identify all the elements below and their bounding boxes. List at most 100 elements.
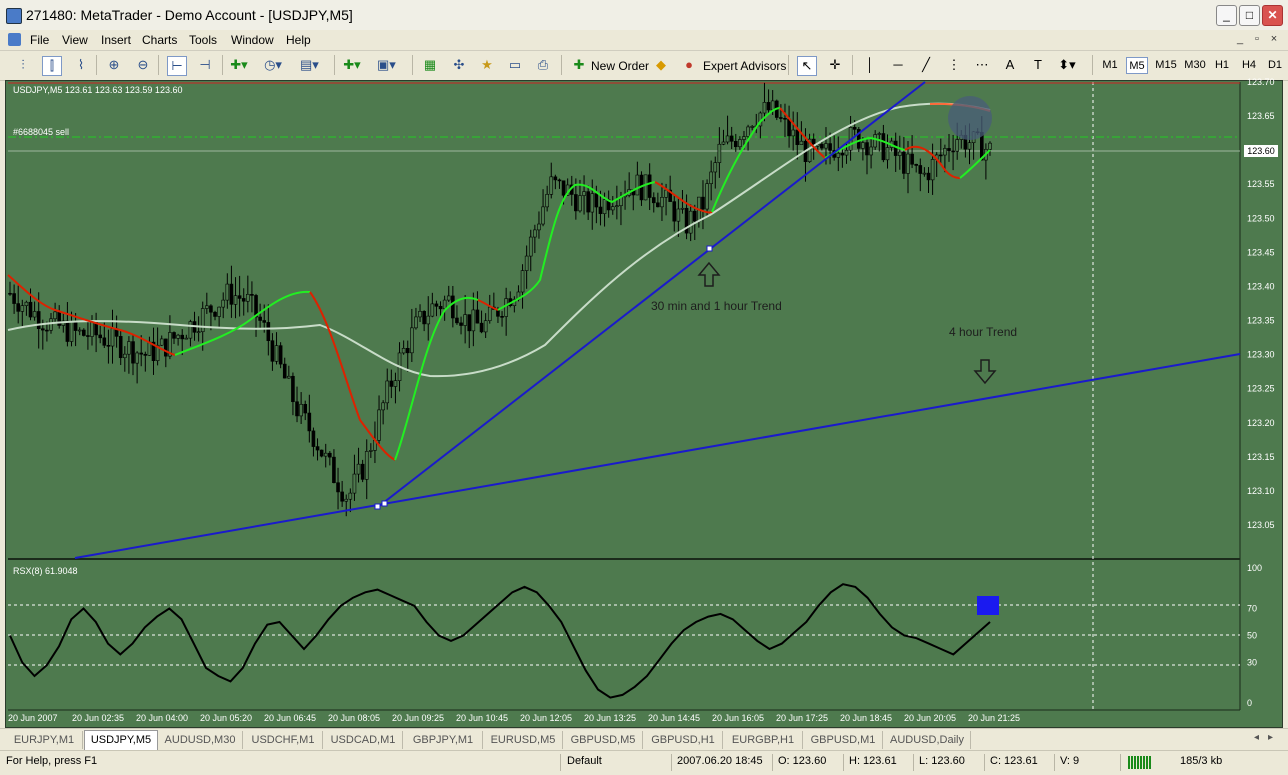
timeframe-m30[interactable]: M30: [1182, 57, 1208, 74]
autoscroll-icon[interactable]: ⊣: [196, 56, 214, 74]
help-text: For Help, press F1: [6, 755, 98, 767]
mdi-restore-button[interactable]: ▫: [1249, 32, 1265, 47]
timeframe-m15[interactable]: M15: [1153, 57, 1179, 74]
status-separator: [984, 754, 985, 771]
profile-name: Default: [567, 755, 602, 767]
menu-help[interactable]: Help: [286, 33, 311, 47]
status-separator: [671, 754, 672, 771]
toolbar-separator: [561, 55, 562, 75]
chart-shift-icon[interactable]: ⊢: [167, 56, 187, 76]
warning-icon[interactable]: ◆: [652, 56, 670, 74]
status-separator: [560, 754, 561, 771]
toolbar: ⫶ ⫿ ⌇ ⊕ ⊖ ⊢ ⊣ ✚▾ ◷▾ ▤▾ ✚▾ ▣▾ ▦ ✣ ★ ▭ ⎙ ✚…: [0, 51, 1288, 81]
new-order-button[interactable]: New Order: [591, 59, 649, 73]
status-separator: [843, 754, 844, 771]
expert-advisors-button[interactable]: Expert Advisors: [703, 59, 786, 73]
menu-tools[interactable]: Tools: [189, 33, 217, 47]
print-preview-icon[interactable]: ⎙: [534, 56, 552, 74]
window-title: 271480: MetaTrader - Demo Account - [USD…: [26, 7, 353, 23]
trend-annotation-4hour: 4 hour Trend: [949, 325, 1018, 339]
arrows-icon[interactable]: ⬍▾: [1058, 56, 1076, 74]
chart-tab[interactable]: AUDUSD,Daily: [884, 731, 971, 749]
trend-annotation-30min: 30 min and 1 hour Trend: [651, 299, 782, 313]
terminal-icon[interactable]: ▭: [506, 56, 524, 74]
document-icon: [8, 33, 21, 46]
zoom-out-icon[interactable]: ⊖: [134, 56, 152, 74]
indicators-icon[interactable]: ✚▾: [230, 56, 248, 74]
navigator-icon[interactable]: ✣: [450, 56, 468, 74]
line-chart-icon[interactable]: ⌇: [72, 56, 90, 74]
order-label: #6688045 sell: [13, 127, 70, 137]
menu-bar: File View Insert Charts Tools Window Hel…: [0, 30, 1288, 51]
toolbar-separator: [788, 55, 789, 75]
chart-tabs-bar: EURJPY,M1 USDJPY,M5 AUDUSD,M30 USDCHF,M1 USD…: [0, 728, 1288, 750]
chart-tab[interactable]: GBPJPY,M1: [404, 731, 483, 749]
close-button[interactable]: ✕: [1262, 5, 1283, 26]
toolbar-separator: [412, 55, 413, 75]
toolbar-separator: [158, 55, 159, 75]
text-icon[interactable]: A: [1001, 56, 1019, 74]
chart-tab[interactable]: EURGBP,H1: [724, 731, 803, 749]
mdi-close-button[interactable]: ×: [1266, 32, 1282, 47]
timeframe-h4[interactable]: H4: [1238, 57, 1260, 74]
bar-datetime: 2007.06.20 18:45: [677, 755, 763, 767]
maximize-button[interactable]: □: [1239, 5, 1260, 26]
favorites-icon[interactable]: ★: [478, 56, 496, 74]
chart-tab[interactable]: GBPUSD,H1: [644, 731, 723, 749]
candlestick-icon[interactable]: ⫿: [42, 56, 62, 76]
fibonacci-icon[interactable]: ⋯: [973, 56, 991, 74]
rsx-header: RSX(8) 61.9048: [13, 566, 78, 576]
timeframe-h1[interactable]: H1: [1211, 57, 1233, 74]
status-separator: [1120, 754, 1121, 771]
app-icon: [6, 8, 22, 24]
menu-file[interactable]: File: [30, 33, 49, 47]
gann-icon[interactable]: ⋮: [945, 56, 963, 74]
chart-tab[interactable]: AUDUSD,M30: [158, 731, 243, 749]
timeframe-d1[interactable]: D1: [1264, 57, 1286, 74]
menu-window[interactable]: Window: [231, 33, 274, 47]
bar-open: O: 123.60: [778, 755, 827, 767]
periods-icon[interactable]: ◷▾: [264, 56, 282, 74]
trendline-icon[interactable]: ╱: [917, 56, 935, 74]
menu-charts[interactable]: Charts: [142, 33, 177, 47]
new-order-icon[interactable]: ✚: [570, 56, 588, 74]
mdi-minimize-button[interactable]: _: [1232, 32, 1248, 47]
chart-tab[interactable]: GBPUSD,M5: [564, 731, 643, 749]
status-separator: [772, 754, 773, 771]
bar-low: L: 123.60: [919, 755, 965, 767]
label-icon[interactable]: T: [1029, 56, 1047, 74]
cursor-icon[interactable]: ↖: [797, 56, 817, 76]
chart-tab[interactable]: EURUSD,M5: [484, 731, 563, 749]
templates-icon[interactable]: ▤▾: [300, 56, 319, 74]
horizontal-line-icon[interactable]: ─: [889, 56, 907, 74]
chart-tab[interactable]: EURJPY,M1: [6, 731, 83, 749]
chart-window[interactable]: [5, 80, 1283, 728]
new-chart-icon[interactable]: ✚▾: [343, 56, 361, 74]
bar-high: H: 123.61: [849, 755, 897, 767]
status-separator: [913, 754, 914, 771]
menu-view[interactable]: View: [62, 33, 88, 47]
tab-scroll-right-icon[interactable]: ▸: [1268, 732, 1273, 743]
chart-tab[interactable]: GBPUSD,M1: [804, 731, 883, 749]
minimize-button[interactable]: _: [1216, 5, 1237, 26]
menu-insert[interactable]: Insert: [101, 33, 131, 47]
timeframe-m1[interactable]: M1: [1099, 57, 1121, 74]
chart-tab[interactable]: USDJPY,M5: [84, 730, 158, 750]
bar-chart-icon[interactable]: ⫶: [14, 56, 32, 74]
timeframe-m5[interactable]: M5: [1126, 57, 1148, 74]
chart-tab[interactable]: USDCHF,M1: [244, 731, 323, 749]
crosshair-icon[interactable]: ✛: [826, 56, 844, 74]
bar-volume: V: 9: [1060, 755, 1080, 767]
vertical-line-icon[interactable]: │: [861, 56, 879, 74]
zoom-in-icon[interactable]: ⊕: [105, 56, 123, 74]
toolbar-separator: [96, 55, 97, 75]
profiles-icon[interactable]: ▣▾: [377, 56, 396, 74]
status-separator: [1054, 754, 1055, 771]
chart-tab[interactable]: USDCAD,M1: [324, 731, 403, 749]
bar-close: C: 123.61: [990, 755, 1038, 767]
market-watch-icon[interactable]: ▦: [421, 56, 439, 74]
title-bar: 271480: MetaTrader - Demo Account - [USD…: [0, 0, 1288, 30]
tab-scroll-left-icon[interactable]: ◂: [1254, 732, 1259, 743]
connection-icon: [1128, 756, 1152, 769]
expert-advisors-icon[interactable]: ●: [680, 56, 698, 74]
